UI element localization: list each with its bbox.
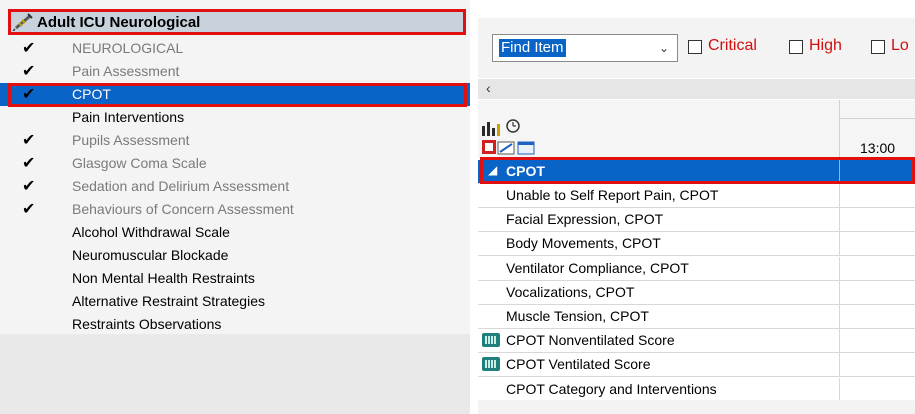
grid-row-label: CPOT Ventilated Score (506, 356, 651, 373)
grid-cell[interactable] (839, 232, 915, 257)
flowsheet-panel: Find Item ⌄ Critical High Lo ‹ 13:00 ◢ C… (478, 0, 915, 414)
section-item[interactable]: Restraints Observations (0, 313, 470, 336)
section-item[interactable]: ✔ CPOT (0, 83, 470, 106)
grid-row-label: CPOT Category and Interventions (506, 380, 717, 397)
checkmark-icon: ✔ (22, 155, 36, 172)
grid-cell[interactable] (839, 377, 915, 402)
section-item[interactable]: Alcohol Withdrawal Scale (0, 221, 470, 244)
grid-row-label: Vocalizations, CPOT (506, 283, 635, 300)
syringe-icon (12, 13, 35, 32)
grid-cell[interactable] (839, 305, 915, 329)
grid-header: 13:00 (478, 100, 915, 158)
checkmark-icon: ✔ (22, 132, 36, 149)
section-list: ✔ NEUROLOGICAL ✔ Pain Assessment ✔ CPOT Pain I… (0, 37, 470, 336)
grid-row[interactable]: Vocalizations, CPOT (478, 280, 915, 305)
grid-cell[interactable] (839, 160, 915, 184)
grid-cell[interactable] (839, 256, 915, 281)
pencil-chart-icon[interactable] (497, 141, 515, 155)
grid-row-label: Ventilator Compliance, CPOT (506, 259, 689, 276)
section-item-label: CPOT (72, 86, 111, 102)
cpot-section-header[interactable]: ◢ CPOT (478, 160, 915, 184)
section-item-label: Pain Assessment (72, 63, 180, 79)
high-checkbox[interactable] (789, 40, 803, 54)
section-item-label: Behaviours of Concern Assessment (72, 201, 294, 217)
section-item-label: Pupils Assessment (72, 132, 190, 148)
section-item-label: Glasgow Coma Scale (72, 155, 207, 171)
band-header[interactable]: Adult ICU Neurological (8, 9, 466, 35)
grid-row[interactable]: CPOT Nonventilated Score (478, 329, 915, 354)
grid-cell[interactable] (839, 208, 915, 233)
checkmark-icon: ✔ (22, 178, 36, 195)
section-item-label: NEUROLOGICAL (72, 40, 184, 56)
grid-row-label: Facial Expression, CPOT (506, 211, 664, 228)
grid-row[interactable]: CPOT Ventilated Score (478, 353, 915, 378)
grid-row[interactable]: Muscle Tension, CPOT (478, 305, 915, 329)
checkmark-icon: ✔ (22, 201, 36, 218)
calculator-icon (482, 357, 500, 372)
section-item[interactable]: Alternative Restraint Strategies (0, 290, 470, 313)
critical-label: Critical (708, 37, 757, 54)
section-title: CPOT (506, 163, 545, 179)
section-item[interactable]: ✔ Pain Assessment (0, 60, 470, 83)
grid-cell[interactable] (839, 280, 915, 305)
section-item-label: Restraints Observations (72, 316, 222, 332)
section-item-label: Alternative Restraint Strategies (72, 293, 265, 309)
grid-row[interactable]: Body Movements, CPOT (478, 232, 915, 257)
time-column-header[interactable]: 13:00 (839, 100, 915, 158)
horizontal-scrollbar[interactable]: ‹ (478, 79, 915, 99)
section-item[interactable]: ✔ Behaviours of Concern Assessment (0, 198, 470, 221)
section-item[interactable]: Neuromuscular Blockade (0, 244, 470, 267)
section-item-label: Pain Interventions (72, 109, 185, 125)
grid-row[interactable]: Unable to Self Report Pain, CPOT (478, 184, 915, 208)
grid-cell[interactable] (839, 184, 915, 208)
section-item[interactable]: ✔ Sedation and Delirium Assessment (0, 175, 470, 198)
chart-icon[interactable] (482, 122, 500, 136)
grid-row[interactable]: Facial Expression, CPOT (478, 208, 915, 233)
low-checkbox[interactable] (871, 40, 885, 54)
bottom-strip (478, 400, 915, 414)
section-item[interactable]: ✔ NEUROLOGICAL (0, 37, 470, 60)
section-item[interactable]: Non Mental Health Restraints (0, 267, 470, 290)
grid-cell[interactable] (839, 329, 915, 354)
find-item-combobox[interactable]: Find Item ⌄ (492, 34, 678, 62)
filter-toolbar: Find Item ⌄ Critical High Lo (478, 18, 915, 78)
edit-icon[interactable] (482, 140, 496, 154)
section-item-label: Alcohol Withdrawal Scale (72, 224, 230, 240)
alarm-clock-icon[interactable] (506, 119, 520, 133)
section-item-label: Sedation and Delirium Assessment (72, 178, 290, 194)
collapse-triangle-icon[interactable]: ◢ (488, 163, 497, 177)
checkmark-icon: ✔ (22, 63, 36, 80)
window-icon[interactable] (517, 141, 535, 155)
critical-checkbox[interactable] (688, 40, 702, 54)
empty-area (0, 334, 470, 414)
grid-tool-icons (482, 118, 562, 161)
band-title: Adult ICU Neurological (37, 13, 201, 31)
grid-row-label: CPOT Nonventilated Score (506, 332, 675, 349)
grid-row[interactable]: CPOT Category and Interventions (478, 377, 915, 402)
section-item[interactable]: ✔ Glasgow Coma Scale (0, 152, 470, 175)
high-label: High (809, 37, 842, 54)
find-item-value: Find Item (499, 39, 566, 57)
low-label: Lo (891, 37, 909, 54)
checkmark-icon: ✔ (22, 40, 36, 57)
section-item-label: Non Mental Health Restraints (72, 270, 255, 286)
grid-row-label: Body Movements, CPOT (506, 235, 661, 252)
chevron-left-icon[interactable]: ‹ (486, 80, 491, 96)
chevron-down-icon[interactable]: ⌄ (659, 41, 669, 55)
time-column-label: 13:00 (860, 140, 896, 156)
section-item[interactable]: Pain Interventions (0, 106, 470, 129)
section-item[interactable]: ✔ Pupils Assessment (0, 129, 470, 152)
left-navigator-panel: Adult ICU Neurological ✔ NEUROLOGICAL ✔ Pai… (0, 0, 470, 414)
grid-row-label: Unable to Self Report Pain, CPOT (506, 187, 719, 203)
checkmark-icon: ✔ (22, 86, 36, 103)
grid-row-label: Muscle Tension, CPOT (506, 308, 649, 324)
section-item-label: Neuromuscular Blockade (72, 247, 229, 263)
calculator-icon (482, 333, 500, 348)
grid-row[interactable]: Ventilator Compliance, CPOT (478, 256, 915, 281)
grid-cell[interactable] (839, 353, 915, 378)
